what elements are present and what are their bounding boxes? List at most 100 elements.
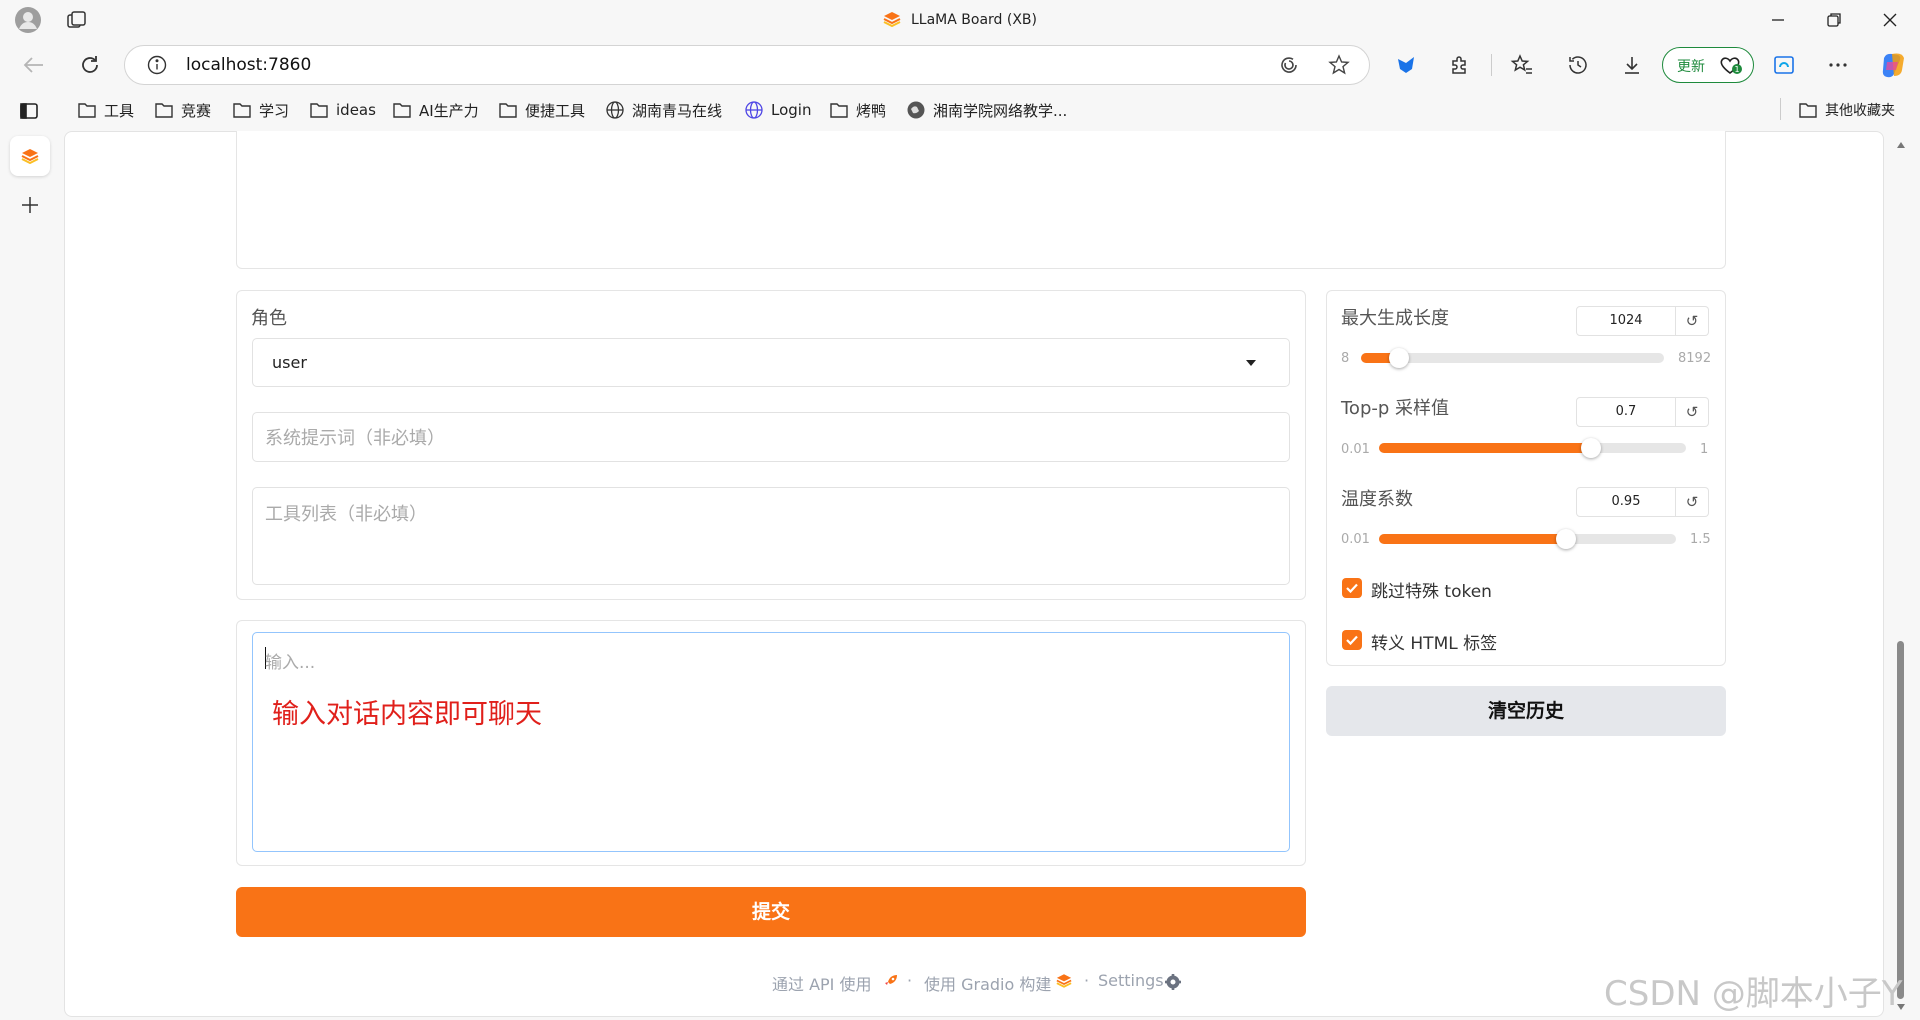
temperature-label: 温度系数 — [1341, 489, 1413, 510]
globe-icon — [907, 101, 925, 119]
slider-thumb[interactable] — [1580, 438, 1601, 458]
extensions-puzzle-icon[interactable] — [1448, 53, 1472, 77]
folder-icon — [830, 103, 848, 118]
reader-mode-icon[interactable] — [1278, 54, 1300, 76]
temperature-reset-icon[interactable]: ↺ — [1676, 487, 1709, 517]
slider-thumb[interactable] — [1388, 348, 1409, 368]
gradio-logo-icon — [21, 149, 39, 164]
temperature-input[interactable]: 0.95 — [1576, 487, 1676, 517]
vertical-tab-strip — [0, 130, 64, 1020]
role-dropdown[interactable] — [252, 338, 1290, 387]
folder-icon — [78, 103, 96, 118]
max-tokens-reset-icon[interactable]: ↺ — [1676, 306, 1709, 336]
message-input[interactable] — [252, 632, 1290, 852]
bookmark-6[interactable]: 湖南青马在线 — [605, 99, 722, 121]
extension-bird-icon[interactable] — [1394, 53, 1418, 77]
gradio-logo-icon — [883, 11, 901, 27]
tools-placeholder: 工具列表（非必填） — [265, 504, 427, 525]
close-icon[interactable] — [1880, 10, 1900, 30]
folder-icon — [393, 103, 411, 118]
max-tokens-min: 8 — [1341, 351, 1350, 366]
settings-link[interactable]: Settings — [1098, 971, 1164, 990]
bookmark-label: ideas — [336, 101, 376, 119]
copilot-icon[interactable] — [1878, 50, 1908, 80]
top-p-input[interactable]: 0.7 — [1576, 397, 1676, 427]
top-p-max: 1 — [1700, 442, 1709, 457]
bookmark-label: 湘南学院网络教学... — [933, 101, 1068, 120]
top-p-reset-icon[interactable]: ↺ — [1676, 397, 1709, 427]
use-via-api-link[interactable]: 通过 API 使用 — [772, 971, 872, 995]
update-label: 更新 — [1677, 59, 1705, 75]
gradio-logo-icon — [1056, 973, 1072, 988]
escape-html-checkbox[interactable] — [1342, 630, 1362, 650]
favorites-icon[interactable] — [1510, 53, 1534, 77]
temperature-slider[interactable] — [1379, 529, 1676, 549]
bookmark-label: 湖南青马在线 — [632, 101, 723, 120]
max-tokens-input[interactable]: 1024 — [1576, 306, 1676, 336]
generation-params-panel — [1326, 290, 1726, 666]
watermark: CSDN @脚本小子Y — [1604, 974, 1903, 1014]
max-tokens-label: 最大生成长度 — [1341, 308, 1449, 329]
new-tab-icon[interactable] — [19, 194, 41, 216]
minimize-icon[interactable] — [1768, 10, 1788, 30]
bookmark-5[interactable]: 便捷工具 — [498, 99, 585, 121]
top-p-slider[interactable] — [1379, 438, 1686, 458]
clear-history-button[interactable]: 清空历史 — [1326, 686, 1726, 736]
system-prompt-placeholder: 系统提示词（非必填） — [265, 428, 445, 449]
scroll-thumb[interactable] — [1897, 641, 1904, 999]
slider-thumb[interactable] — [1556, 529, 1577, 549]
history-icon[interactable] — [1566, 53, 1590, 77]
role-label: 角色 — [251, 308, 287, 329]
more-options-icon[interactable] — [1826, 53, 1850, 77]
max-tokens-slider[interactable] — [1361, 348, 1664, 368]
bookmark-label: 便捷工具 — [525, 101, 586, 120]
folder-icon — [499, 103, 517, 118]
top-p-label: Top-p 采样值 — [1341, 398, 1450, 419]
bookmark-9[interactable]: 湘南学院网络教学... — [906, 99, 1067, 121]
svg-text:1: 1 — [1734, 65, 1739, 74]
tab-actions-icon[interactable] — [18, 101, 40, 121]
bookmark-label: 烤鸭 — [856, 101, 887, 120]
favorite-star-icon[interactable] — [1328, 54, 1350, 76]
bookmarks-divider — [1780, 98, 1781, 120]
top-p-min: 0.01 — [1341, 442, 1370, 457]
page-scrollbar[interactable] — [1894, 138, 1908, 1014]
bookmark-0[interactable]: 工具 — [77, 99, 134, 121]
refresh-icon[interactable] — [78, 53, 102, 77]
other-bookmarks-label: 其他收藏夹 — [1825, 103, 1895, 119]
globe-icon — [606, 101, 624, 119]
bookmark-label: AI生产力 — [419, 101, 479, 120]
url-text[interactable]: localhost:7860 — [186, 55, 311, 75]
bookmark-8[interactable]: 烤鸭 — [829, 99, 886, 121]
bookmark-4[interactable]: AI生产力 — [392, 99, 479, 121]
edge-bar-icon[interactable] — [1772, 53, 1796, 77]
folder-icon — [233, 103, 251, 118]
downloads-icon[interactable] — [1620, 53, 1644, 77]
bookmark-label: 竞赛 — [181, 101, 212, 120]
window-title: LLaMA Board (XB) — [0, 11, 1920, 28]
window-title-text: LLaMA Board (XB) — [911, 12, 1037, 28]
scroll-up-icon[interactable] — [1894, 138, 1908, 152]
bookmark-3[interactable]: ideas — [309, 99, 376, 121]
skip-special-tokens-checkbox[interactable] — [1342, 578, 1362, 598]
update-heart-icon: 1 — [1718, 53, 1744, 77]
message-input-placeholder: 输入... — [265, 653, 316, 673]
site-info-icon[interactable] — [146, 54, 168, 76]
escape-html-label: 转义 HTML 标签 — [1371, 634, 1498, 654]
bookmark-7[interactable]: Login — [744, 99, 811, 121]
bookmark-1[interactable]: 竞赛 — [154, 99, 211, 121]
temperature-min: 0.01 — [1341, 532, 1370, 547]
chatbot-panel — [236, 131, 1726, 269]
footer-separator: · — [907, 971, 913, 990]
active-tab[interactable] — [10, 136, 50, 176]
built-with-gradio-link[interactable]: 使用 Gradio 构建 — [924, 971, 1051, 995]
restore-icon[interactable] — [1824, 10, 1844, 30]
bookmark-2[interactable]: 学习 — [232, 99, 289, 121]
role-value: user — [272, 353, 307, 372]
toolbar-divider — [1491, 54, 1492, 76]
checkmark-icon — [1346, 583, 1358, 594]
submit-button[interactable]: 提交 — [236, 887, 1306, 937]
back-icon[interactable] — [22, 54, 46, 76]
temperature-max: 1.5 — [1690, 532, 1711, 547]
other-bookmarks[interactable]: 其他收藏夹 — [1798, 99, 1895, 121]
